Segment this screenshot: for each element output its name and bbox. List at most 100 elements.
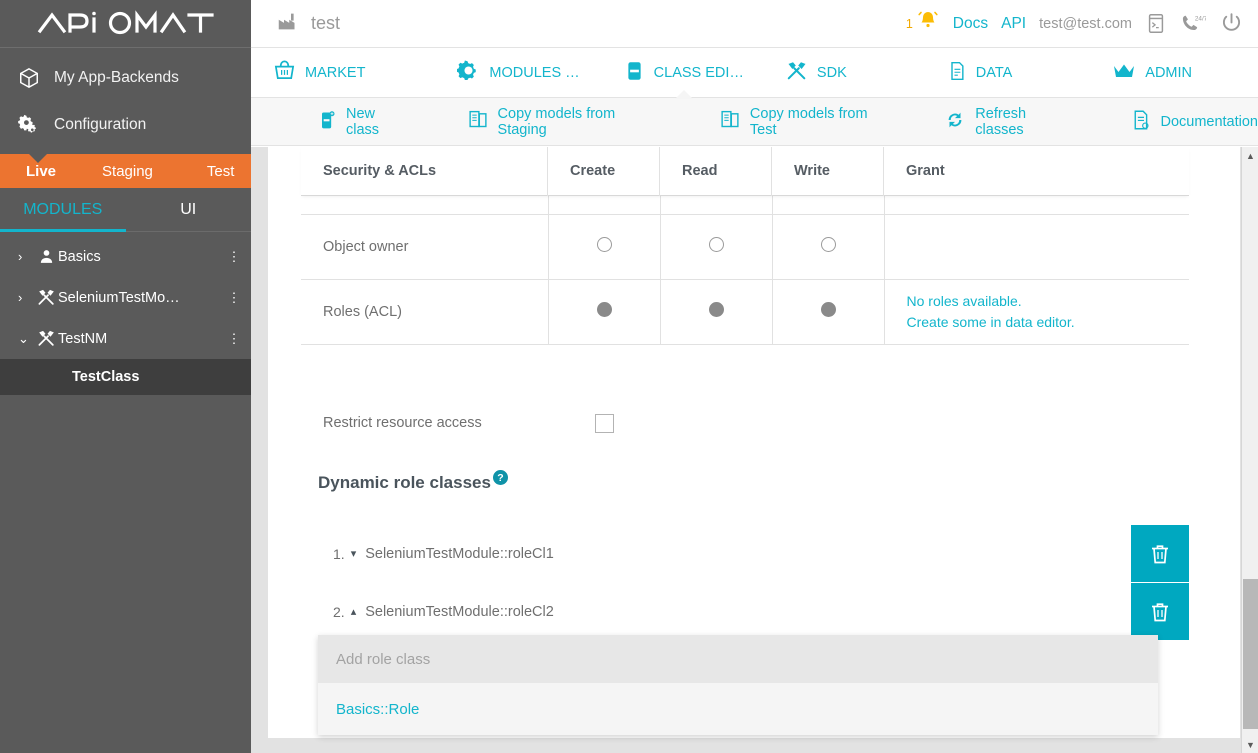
- chevron-up-icon[interactable]: ▴: [351, 605, 357, 618]
- chevron-down-icon[interactable]: ▾: [351, 547, 357, 560]
- kebab-menu-icon[interactable]: ⋮: [227, 332, 241, 345]
- radio-read-object-owner[interactable]: [708, 236, 724, 252]
- tab-modules[interactable]: MODULES: [0, 188, 126, 232]
- sidebar-main-nav: My App-Backends Configuration: [0, 48, 251, 154]
- env-tab-live[interactable]: Live: [14, 163, 68, 180]
- env-tab-test[interactable]: Test: [195, 163, 247, 180]
- notification-count: 1: [905, 16, 913, 31]
- dropdown-option-basics-role[interactable]: Basics::Role: [318, 683, 1158, 735]
- basket-icon: [273, 59, 296, 86]
- help-icon[interactable]: ?: [492, 470, 508, 485]
- content-area: Security & ACLs Create Read Write Grant …: [251, 147, 1258, 753]
- nav-tab-admin[interactable]: ADMIN: [1112, 48, 1192, 98]
- nav-tab-label: MARKET: [305, 64, 366, 81]
- table-row: Roles (ACL) No roles available. Create s…: [301, 279, 1190, 345]
- radio-read-roles-acl[interactable]: [708, 301, 724, 317]
- kebab-menu-icon[interactable]: ⋮: [227, 291, 241, 304]
- nav-tab-label: DATA: [975, 64, 1013, 81]
- chevron-right-icon[interactable]: ›: [18, 249, 34, 264]
- module-tree: › Basics ⋮ › SeleniumTestMo… ⋮ ⌄ TestNM …: [0, 232, 251, 395]
- documentation-button[interactable]: Documentation: [1130, 109, 1258, 135]
- tools-icon: [34, 329, 58, 348]
- tree-item-testnm[interactable]: ⌄ TestNM ⋮: [0, 318, 251, 359]
- delete-role-class-button-2[interactable]: [1131, 583, 1189, 640]
- class-editor-toolbar: New class Copy models from Staging Copy …: [251, 98, 1258, 146]
- console-icon[interactable]: [1145, 12, 1167, 35]
- tree-item-testclass[interactable]: TestClass: [0, 359, 251, 395]
- new-class-button[interactable]: New class: [317, 106, 409, 138]
- grant-hint-line-1: No roles available.: [906, 292, 1022, 309]
- sticky-col-write: Write: [772, 147, 884, 196]
- sidebar-item-configuration[interactable]: Configuration: [0, 101, 251, 148]
- env-tab-staging[interactable]: Staging: [90, 163, 165, 180]
- restrict-resource-access-checkbox[interactable]: [594, 413, 614, 433]
- nav-tab-data[interactable]: DATA: [947, 48, 1013, 98]
- nav-tab-modules[interactable]: MODULES …: [457, 48, 580, 98]
- copy-icon: [467, 109, 489, 134]
- crown-icon: [1112, 61, 1136, 85]
- sidebar-sub-tabs: MODULES UI: [0, 188, 251, 232]
- user-email[interactable]: test@test.com: [1039, 16, 1132, 32]
- restrict-resource-access-label: Restrict resource access: [323, 415, 482, 431]
- logo-area: [0, 0, 251, 48]
- scroll-up-arrow-icon[interactable]: ▲: [1242, 147, 1258, 164]
- copy-models-from-staging-button[interactable]: Copy models from Staging: [467, 106, 661, 138]
- toolbar-item-label: Copy models from Staging: [497, 105, 616, 138]
- tree-item-label: TestNM: [58, 330, 108, 347]
- scrollbar-thumb[interactable]: [1243, 579, 1258, 729]
- role-class-name: SeleniumTestModule::roleCl2: [365, 603, 554, 620]
- grant-hint-line-2[interactable]: Create some in data editor.: [907, 312, 1190, 333]
- sidebar: My App-Backends Configuration Live Stagi…: [0, 0, 251, 753]
- dynamic-role-row-1: 1. ▾ SeleniumTestModule::roleCl1: [301, 525, 1189, 582]
- api-link[interactable]: API: [1001, 15, 1026, 33]
- notification-bell[interactable]: 1: [906, 9, 940, 38]
- kebab-menu-icon[interactable]: ⋮: [227, 250, 241, 263]
- scroll-down-arrow-icon[interactable]: ▼: [1242, 736, 1258, 753]
- sticky-col-grant: Grant: [906, 163, 945, 179]
- gears-icon: [17, 113, 41, 137]
- nav-tab-sdk[interactable]: SDK: [786, 48, 847, 98]
- nav-tab-market[interactable]: MARKET: [273, 48, 365, 98]
- restrict-resource-access-row: Restrict resource access: [301, 402, 1189, 444]
- svg-text:24/7: 24/7: [1195, 15, 1206, 22]
- dynamic-role-classes-heading: Dynamic role classes ?: [318, 470, 508, 493]
- sticky-col-read: Read: [660, 147, 772, 196]
- new-class-icon: [317, 109, 337, 135]
- cube-icon: [17, 67, 41, 89]
- add-role-class-input[interactable]: Add role class: [318, 635, 1158, 683]
- cell-grant: No roles available. Create some in data …: [884, 279, 1190, 345]
- tab-ui[interactable]: UI: [126, 188, 252, 231]
- docs-link[interactable]: Docs: [953, 15, 988, 33]
- radio-write-object-owner[interactable]: [820, 236, 836, 252]
- nav-tab-label: MODULES …: [489, 64, 580, 81]
- phone-247-icon[interactable]: 24/7: [1180, 13, 1206, 35]
- nav-tab-label: CLASS EDI…: [653, 64, 744, 81]
- cell-read: [660, 214, 773, 280]
- documentation-icon: [1130, 109, 1151, 135]
- app-title: test: [311, 13, 341, 33]
- radio-create-object-owner[interactable]: [596, 236, 612, 252]
- chevron-right-icon[interactable]: ›: [18, 290, 34, 305]
- radio-write-roles-acl[interactable]: [820, 301, 836, 317]
- environment-bar: Live Staging Test: [0, 154, 251, 188]
- refresh-classes-button[interactable]: Refresh classes: [944, 106, 1073, 138]
- tree-item-basics[interactable]: › Basics ⋮: [0, 236, 251, 277]
- nav-tab-class-editor[interactable]: CLASS EDI…: [624, 48, 744, 99]
- document-icon: [947, 60, 967, 86]
- radio-create-roles-acl[interactable]: [596, 301, 612, 317]
- copy-models-from-test-button[interactable]: Copy models from Test: [719, 106, 891, 138]
- role-row-number: 2.: [333, 603, 345, 620]
- sticky-col-create: Create: [548, 147, 660, 196]
- main-pane: test 1 Docs API test@test.com 24/ MARKET…: [251, 0, 1258, 753]
- power-icon[interactable]: [1219, 11, 1244, 36]
- sidebar-item-label: Configuration: [54, 115, 147, 133]
- toolbar-item-label: Documentation: [1160, 113, 1258, 130]
- role-class-name: SeleniumTestModule::roleCl1: [365, 545, 554, 562]
- vertical-scrollbar[interactable]: ▲ ▼: [1241, 147, 1258, 753]
- nav-tab-label: ADMIN: [1145, 64, 1193, 81]
- chevron-down-icon[interactable]: ⌄: [18, 331, 34, 347]
- sidebar-item-my-app-backends[interactable]: My App-Backends: [0, 54, 251, 101]
- user-icon: [34, 248, 58, 265]
- tree-item-seleniumtestmodule[interactable]: › SeleniumTestMo… ⋮: [0, 277, 251, 318]
- delete-role-class-button-1[interactable]: [1131, 525, 1189, 582]
